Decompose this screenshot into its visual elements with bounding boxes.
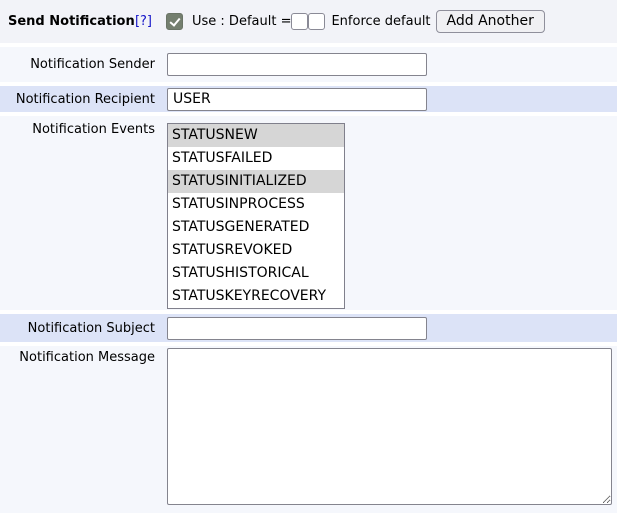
event-option-statusnew[interactable]: STATUSNEW: [168, 124, 344, 147]
help-link[interactable]: [?]: [135, 14, 152, 29]
add-another-button[interactable]: Add Another: [436, 10, 545, 33]
enforce-default-label: Enforce default: [331, 14, 430, 29]
event-option-statusinitialized[interactable]: STATUSINITIALIZED: [168, 170, 344, 193]
event-option-statusrevoked[interactable]: STATUSREVOKED: [168, 239, 344, 262]
row-notification-sender: Notification Sender: [0, 47, 617, 82]
section-title: Send Notification: [8, 14, 135, 29]
notification-message-label: Notification Message: [0, 346, 157, 513]
row-notification-message: Notification Message: [0, 346, 617, 513]
notification-recipient-input[interactable]: [167, 88, 427, 111]
use-checkbox[interactable]: [166, 13, 183, 30]
row-send-notification: Send Notification [?] Use : Default = En…: [0, 0, 617, 43]
notification-message-textarea[interactable]: [167, 348, 612, 505]
notification-recipient-label: Notification Recipient: [0, 86, 157, 112]
send-notification-label-cell: Send Notification [?]: [0, 0, 157, 43]
notification-sender-input[interactable]: [167, 53, 427, 76]
use-default-label: Use : Default =: [192, 14, 291, 29]
send-notification-controls: Use : Default = Enforce default Add Anot…: [166, 0, 617, 43]
notification-events-label: Notification Events: [0, 116, 157, 310]
notification-events-select[interactable]: STATUSNEWSTATUSFAILEDSTATUSINITIALIZEDST…: [167, 123, 345, 309]
row-notification-recipient: Notification Recipient: [0, 86, 617, 112]
notification-subject-input[interactable]: [167, 317, 427, 340]
default-checkbox[interactable]: [291, 13, 308, 30]
send-notification-form: Send Notification [?] Use : Default = En…: [0, 0, 617, 513]
event-option-statushistorical[interactable]: STATUSHISTORICAL: [168, 262, 344, 285]
enforce-checkbox[interactable]: [308, 13, 325, 30]
event-option-statuskeyrecovery[interactable]: STATUSKEYRECOVERY: [168, 285, 344, 308]
notification-subject-label: Notification Subject: [0, 314, 157, 342]
event-option-statusgenerated[interactable]: STATUSGENERATED: [168, 216, 344, 239]
event-option-statusfailed[interactable]: STATUSFAILED: [168, 147, 344, 170]
row-notification-events: Notification Events STATUSNEWSTATUSFAILE…: [0, 116, 617, 310]
row-notification-subject: Notification Subject: [0, 314, 617, 342]
notification-sender-label: Notification Sender: [0, 47, 157, 82]
event-option-statusinprocess[interactable]: STATUSINPROCESS: [168, 193, 344, 216]
